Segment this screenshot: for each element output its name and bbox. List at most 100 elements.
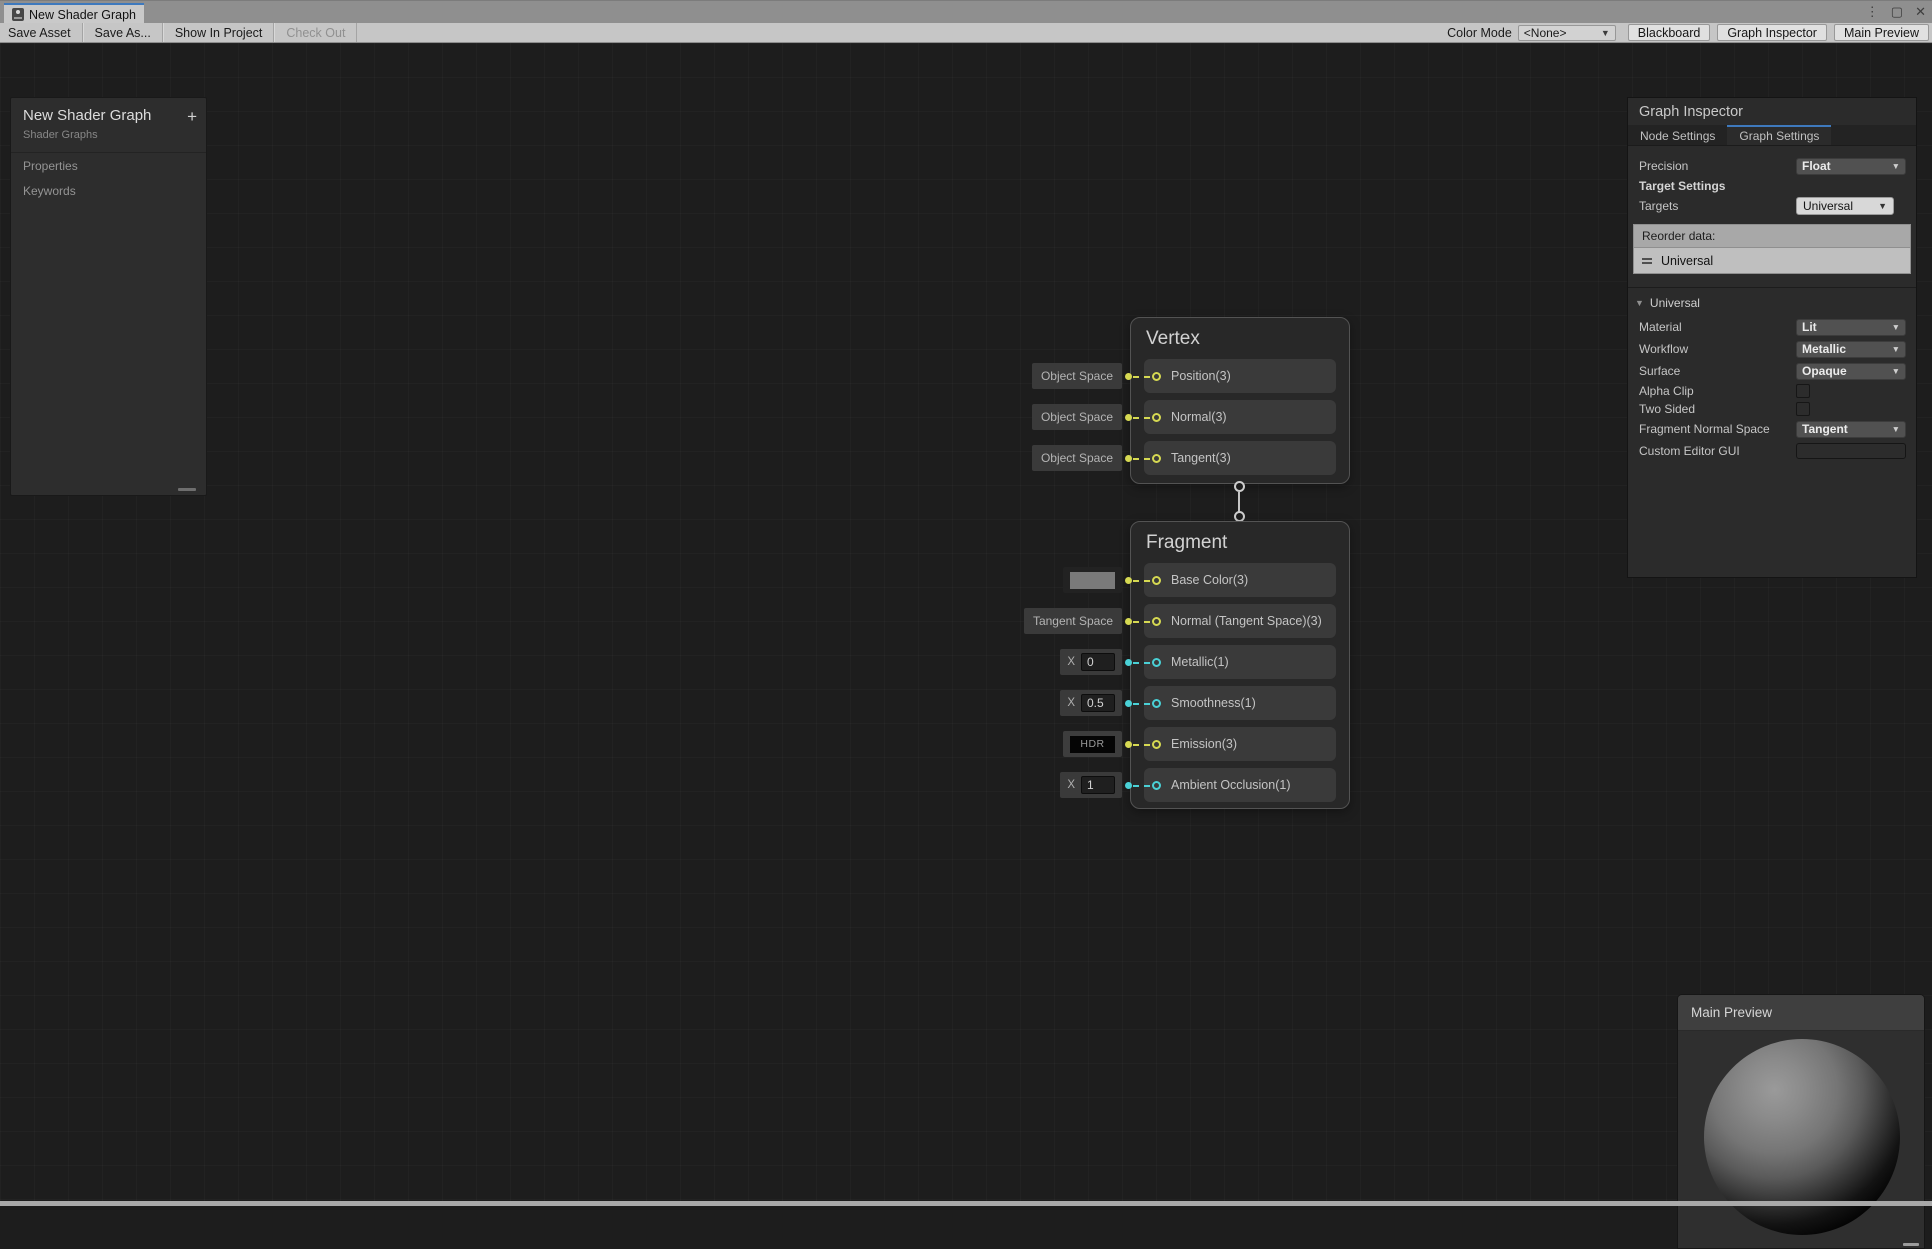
normal-space-dropdown[interactable]: Object Space: [1032, 404, 1122, 430]
chevron-down-icon: ▼: [1892, 366, 1900, 376]
universal-foldout[interactable]: ▼ Universal: [1628, 294, 1916, 312]
workflow-value: Metallic: [1802, 342, 1846, 356]
window-menu-icon[interactable]: ⋮: [1866, 3, 1879, 21]
reorder-item-universal[interactable]: Universal: [1634, 248, 1910, 273]
chevron-down-icon: ▼: [1892, 161, 1900, 171]
fragment-port-normal[interactable]: Tangent Space Normal (Tangent Space)(3): [1144, 604, 1336, 638]
port-circle-icon[interactable]: [1152, 576, 1161, 585]
chevron-down-icon: ▼: [1878, 201, 1887, 211]
resize-grip[interactable]: [1903, 1243, 1919, 1246]
port-circle-icon[interactable]: [1152, 413, 1161, 422]
graph-canvas[interactable]: New Shader Graph Shader Graphs + Propert…: [0, 43, 1932, 1206]
position-space-dropdown[interactable]: Object Space: [1032, 363, 1122, 389]
surface-dropdown[interactable]: Opaque ▼: [1796, 363, 1906, 380]
fragment-port-base-color[interactable]: Base Color(3): [1144, 563, 1336, 597]
color-mode-value: <None>: [1524, 26, 1567, 40]
connector-dot: [1125, 741, 1132, 748]
main-preview-panel[interactable]: Main Preview: [1677, 994, 1925, 1249]
material-dropdown[interactable]: Lit ▼: [1796, 319, 1906, 336]
blackboard-panel[interactable]: New Shader Graph Shader Graphs + Propert…: [10, 97, 207, 496]
fragment-normal-space-dropdown[interactable]: Tangent ▼: [1796, 421, 1906, 438]
edge-endpoint-icon[interactable]: [1234, 481, 1245, 492]
fragment-normal-space-value: Tangent: [1802, 422, 1848, 436]
workflow-dropdown[interactable]: Metallic ▼: [1796, 341, 1906, 358]
ambient-occlusion-input[interactable]: X 1: [1060, 772, 1122, 798]
window-maximize-icon[interactable]: ▢: [1891, 3, 1903, 21]
check-out-button: Check Out: [274, 23, 357, 42]
blackboard-toggle-button[interactable]: Blackboard: [1628, 24, 1711, 41]
fragment-node[interactable]: Fragment Base Color(3) Tangent Space Nor…: [1130, 521, 1350, 809]
connector-dash: [1133, 580, 1150, 582]
port-circle-icon[interactable]: [1152, 658, 1161, 667]
smoothness-input[interactable]: X 0.5: [1060, 690, 1122, 716]
main-preview-toggle-button[interactable]: Main Preview: [1834, 24, 1929, 41]
graph-inspector-toggle-button[interactable]: Graph Inspector: [1717, 24, 1827, 41]
blackboard-section-keywords[interactable]: Keywords: [11, 178, 206, 203]
two-sided-label: Two Sided: [1639, 402, 1796, 416]
shader-graph-toolbar: Save Asset Save As... Show In Project Ch…: [0, 23, 1932, 43]
port-circle-icon[interactable]: [1152, 454, 1161, 463]
metallic-input[interactable]: X 0: [1060, 649, 1122, 675]
fragment-node-title: Fragment: [1131, 522, 1349, 563]
port-circle-icon[interactable]: [1152, 372, 1161, 381]
connector-dash: [1133, 458, 1150, 460]
tab-node-settings[interactable]: Node Settings: [1628, 125, 1727, 145]
port-label: Smoothness(1): [1171, 696, 1256, 710]
precision-dropdown[interactable]: Float ▼: [1796, 158, 1906, 175]
add-property-button[interactable]: +: [187, 110, 197, 124]
port-label: Tangent(3): [1171, 451, 1231, 465]
vertex-node[interactable]: Vertex Object Space Position(3) Object S…: [1130, 317, 1350, 484]
custom-editor-gui-label: Custom Editor GUI: [1639, 444, 1796, 458]
emission-color-swatch[interactable]: HDR: [1063, 731, 1122, 757]
blackboard-section-properties[interactable]: Properties: [11, 153, 206, 178]
port-circle-icon[interactable]: [1152, 617, 1161, 626]
window-bottom-edge: [0, 1201, 1932, 1206]
fragment-port-smoothness[interactable]: X 0.5 Smoothness(1): [1144, 686, 1336, 720]
fragment-port-ambient-occlusion[interactable]: X 1 Ambient Occlusion(1): [1144, 768, 1336, 802]
ambient-occlusion-value-field[interactable]: 1: [1081, 776, 1115, 794]
port-circle-icon[interactable]: [1152, 781, 1161, 790]
vertex-port-position[interactable]: Object Space Position(3): [1144, 359, 1336, 393]
metallic-value-field[interactable]: 0: [1081, 653, 1115, 671]
smoothness-value-field[interactable]: 0.5: [1081, 694, 1115, 712]
vertex-port-normal[interactable]: Object Space Normal(3): [1144, 400, 1336, 434]
chevron-down-icon: ▼: [1601, 28, 1610, 38]
alpha-clip-label: Alpha Clip: [1639, 384, 1796, 398]
connector-dash: [1133, 417, 1150, 419]
universal-section-title: Universal: [1650, 296, 1700, 310]
base-color-swatch[interactable]: [1063, 567, 1122, 593]
show-in-project-button[interactable]: Show In Project: [163, 23, 275, 42]
port-label: Metallic(1): [1171, 655, 1229, 669]
alpha-clip-checkbox[interactable]: [1796, 384, 1810, 398]
tab-new-shader-graph[interactable]: New Shader Graph: [4, 3, 144, 24]
preview-viewport[interactable]: [1678, 1031, 1924, 1249]
port-label: Normal (Tangent Space)(3): [1171, 614, 1322, 628]
save-as-button[interactable]: Save As...: [83, 23, 163, 42]
save-asset-button[interactable]: Save Asset: [0, 23, 83, 42]
fragment-port-emission[interactable]: HDR Emission(3): [1144, 727, 1336, 761]
material-label: Material: [1639, 320, 1796, 334]
port-circle-icon[interactable]: [1152, 740, 1161, 749]
tab-graph-settings[interactable]: Graph Settings: [1727, 125, 1831, 145]
reorder-item-label: Universal: [1661, 254, 1713, 268]
window-close-icon[interactable]: ✕: [1915, 3, 1926, 21]
graph-inspector-panel[interactable]: Graph Inspector Node Settings Graph Sett…: [1627, 97, 1917, 578]
connector-dot: [1125, 618, 1132, 625]
port-circle-icon[interactable]: [1152, 699, 1161, 708]
resize-grip[interactable]: [178, 488, 196, 491]
color-mode-dropdown[interactable]: <None> ▼: [1518, 25, 1616, 41]
custom-editor-gui-field[interactable]: [1796, 443, 1906, 459]
window-tab-bar: New Shader Graph ⋮ ▢ ✕: [0, 0, 1932, 23]
x-component-label: X: [1067, 697, 1075, 709]
connector-dash: [1133, 744, 1150, 746]
normal-space-dropdown[interactable]: Tangent Space: [1024, 608, 1122, 634]
two-sided-checkbox[interactable]: [1796, 402, 1810, 416]
hdr-swatch: HDR: [1070, 736, 1115, 753]
fragment-port-metallic[interactable]: X 0 Metallic(1): [1144, 645, 1336, 679]
target-settings-label: Target Settings: [1639, 179, 1796, 193]
targets-dropdown[interactable]: Universal ▼: [1796, 197, 1894, 215]
vertex-port-tangent[interactable]: Object Space Tangent(3): [1144, 441, 1336, 475]
drag-handle-icon[interactable]: [1642, 258, 1652, 264]
tangent-space-dropdown[interactable]: Object Space: [1032, 445, 1122, 471]
connector-dash: [1133, 662, 1150, 664]
